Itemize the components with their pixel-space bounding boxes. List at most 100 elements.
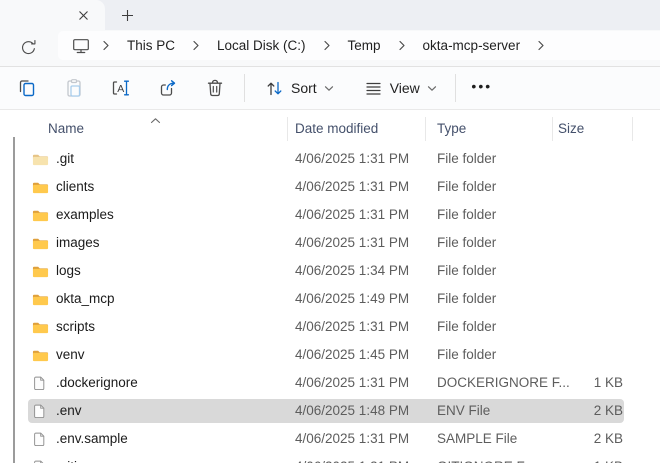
breadcrumb-item-this-pc[interactable]: This PC (117, 33, 185, 58)
file-date-modified: 4/06/2025 1:31 PM (295, 453, 409, 463)
file-size (548, 257, 623, 285)
table-row--git[interactable]: .git 4/06/2025 1:31 PM File folder (0, 145, 660, 173)
file-icon (32, 403, 47, 419)
new-tab-icon (121, 9, 134, 22)
table-row--dockerignore[interactable]: .dockerignore 4/06/2025 1:31 PM DOCKERIG… (0, 369, 660, 397)
tab-bar (0, 0, 660, 30)
table-row-venv[interactable]: venv 4/06/2025 1:45 PM File folder (0, 341, 660, 369)
breadcrumb: This PC Local Disk (C:) Temp okta-mcp-se… (95, 33, 552, 59)
column-divider[interactable] (425, 117, 426, 141)
share-icon (158, 78, 178, 98)
file-name: .git (56, 145, 74, 173)
file-name: logs (56, 257, 81, 285)
file-type: File folder (437, 341, 496, 369)
breadcrumb-item-local-disk-c-[interactable]: Local Disk (C:) (207, 33, 316, 58)
chevron-right-icon[interactable] (530, 33, 552, 59)
column-header-row: Name Date modified Type Size (0, 113, 660, 145)
table-row-images[interactable]: images 4/06/2025 1:31 PM File folder (0, 229, 660, 257)
delete-icon (205, 78, 225, 98)
column-header-type[interactable]: Type (437, 113, 466, 145)
address-bar[interactable]: This PC Local Disk (C:) Temp okta-mcp-se… (58, 31, 660, 60)
file-name: .env (56, 397, 82, 425)
copy-icon (17, 78, 37, 98)
file-date-modified: 4/06/2025 1:31 PM (295, 201, 409, 229)
table-row-okta-mcp[interactable]: okta_mcp 4/06/2025 1:49 PM File folder (0, 285, 660, 313)
file-type: File folder (437, 229, 496, 257)
column-divider[interactable] (552, 117, 553, 141)
file-date-modified: 4/06/2025 1:34 PM (295, 257, 409, 285)
file-size (548, 201, 623, 229)
file-type: File folder (437, 313, 496, 341)
chevron-right-icon[interactable] (185, 33, 207, 59)
file-rows: .git 4/06/2025 1:31 PM File folder clien… (0, 145, 660, 463)
file-size: 1 KB (548, 453, 623, 463)
column-divider[interactable] (632, 117, 633, 141)
file-icon (32, 375, 47, 391)
paste-button[interactable] (55, 71, 93, 105)
file-date-modified: 4/06/2025 1:31 PM (295, 369, 409, 397)
file-icon (32, 459, 47, 463)
folder-icon (32, 263, 49, 279)
column-header-name[interactable]: Name (48, 113, 84, 145)
more-options-button[interactable]: ••• (462, 71, 502, 105)
file-name: .dockerignore (56, 369, 138, 397)
folder-icon (32, 319, 49, 335)
sort-button[interactable]: Sort (255, 71, 344, 105)
active-tab[interactable] (0, 0, 105, 30)
file-name: clients (56, 173, 94, 201)
chevron-right-icon[interactable] (391, 33, 413, 59)
breadcrumb-item-temp[interactable]: Temp (338, 33, 391, 58)
table-row-examples[interactable]: examples 4/06/2025 1:31 PM File folder (0, 201, 660, 229)
chevron-down-icon (427, 85, 437, 92)
file-size (548, 313, 623, 341)
breadcrumb-item-okta-mcp-server[interactable]: okta-mcp-server (413, 33, 531, 58)
file-size (548, 341, 623, 369)
copy-button[interactable] (8, 71, 46, 105)
folder-icon (32, 235, 49, 251)
table-row-scripts[interactable]: scripts 4/06/2025 1:31 PM File folder (0, 313, 660, 341)
new-tab-button[interactable] (114, 3, 140, 27)
close-icon[interactable] (72, 4, 94, 26)
file-name: scripts (56, 313, 95, 341)
more-icon: ••• (471, 78, 492, 94)
file-size (548, 285, 623, 313)
file-type: File folder (437, 173, 496, 201)
sort-button-label: Sort (291, 80, 317, 96)
file-date-modified: 4/06/2025 1:48 PM (295, 397, 409, 425)
view-button[interactable]: View (354, 71, 447, 105)
file-date-modified: 4/06/2025 1:31 PM (295, 229, 409, 257)
sort-icon (265, 79, 284, 98)
chevron-right-icon[interactable] (95, 33, 117, 59)
table-row--env-sample[interactable]: .env.sample 4/06/2025 1:31 PM SAMPLE Fil… (0, 425, 660, 453)
file-name: images (56, 229, 100, 257)
file-type: ENV File (437, 397, 490, 425)
file-type: File folder (437, 285, 496, 313)
file-name: .gitignore (56, 453, 112, 463)
file-date-modified: 4/06/2025 1:31 PM (295, 173, 409, 201)
rename-button[interactable]: A (102, 71, 140, 105)
table-row--gitignore[interactable]: .gitignore 4/06/2025 1:31 PM GITIGNORE F… (0, 453, 660, 463)
toolbar-separator (455, 74, 456, 102)
folder-icon (32, 207, 49, 223)
file-date-modified: 4/06/2025 1:49 PM (295, 285, 409, 313)
share-button[interactable] (149, 71, 187, 105)
chevron-right-icon[interactable] (316, 33, 338, 59)
file-size: 2 KB (548, 425, 623, 453)
file-name: okta_mcp (56, 285, 115, 313)
table-row-clients[interactable]: clients 4/06/2025 1:31 PM File folder (0, 173, 660, 201)
table-row--env[interactable]: .env 4/06/2025 1:48 PM ENV File 2 KB (0, 397, 660, 425)
refresh-button[interactable] (15, 34, 42, 61)
column-header-date-modified[interactable]: Date modified (295, 113, 378, 145)
file-icon (32, 431, 47, 447)
table-row-logs[interactable]: logs 4/06/2025 1:34 PM File folder (0, 257, 660, 285)
column-header-size[interactable]: Size (558, 113, 584, 145)
close-icon-glyph (78, 10, 89, 21)
file-date-modified: 4/06/2025 1:45 PM (295, 341, 409, 369)
monitor-icon[interactable] (67, 33, 95, 59)
view-icon (364, 79, 383, 98)
delete-button[interactable] (196, 71, 234, 105)
file-name: .env.sample (56, 425, 128, 453)
column-divider[interactable] (287, 117, 288, 141)
navigation-bar: This PC Local Disk (C:) Temp okta-mcp-se… (0, 30, 660, 66)
file-type: File folder (437, 201, 496, 229)
